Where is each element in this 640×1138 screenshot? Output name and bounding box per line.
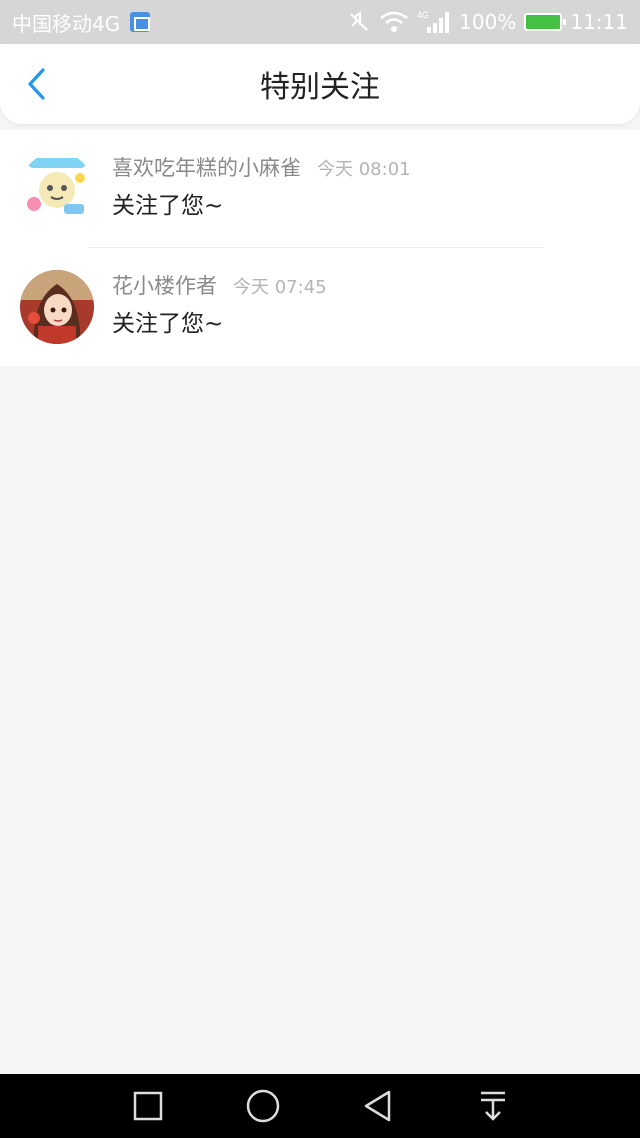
notification-pulldown-button[interactable] — [473, 1086, 513, 1126]
list-item[interactable]: 喜欢吃年糕的小麻雀 今天 08:01 关注了您~ — [0, 130, 640, 248]
user-name[interactable]: 喜欢吃年糕的小麻雀 — [112, 152, 301, 182]
recents-button[interactable] — [128, 1086, 168, 1126]
page-title: 特别关注 — [260, 70, 380, 105]
battery-charging-icon — [524, 13, 567, 31]
timestamp: 今天 08:01 — [317, 159, 411, 180]
back-nav-button[interactable] — [358, 1086, 398, 1126]
home-button[interactable] — [243, 1086, 283, 1126]
image-icon — [130, 12, 151, 32]
timestamp: 今天 07:45 — [233, 277, 327, 298]
status-bar: 中国移动4G 4G 100% 11:11 — [0, 0, 640, 44]
signal-4g-icon: 4G — [417, 10, 450, 33]
item-text: 花小楼作者 今天 07:45 关注了您~ — [112, 270, 327, 338]
notification-list: 喜欢吃年糕的小麻雀 今天 08:01 关注了您~ 花小楼作者 今天 07:45 … — [0, 130, 640, 366]
recents-square-icon — [133, 1091, 162, 1121]
system-nav-bar — [0, 1074, 640, 1138]
chevron-left-icon — [28, 68, 45, 100]
user-name[interactable]: 花小楼作者 — [112, 270, 217, 300]
wifi-icon — [380, 11, 408, 32]
carrier-label: 中国移动4G — [12, 11, 121, 36]
mute-icon — [350, 11, 368, 31]
notification-message: 关注了您~ — [112, 193, 224, 219]
header-bar: 特别关注 — [0, 44, 640, 124]
list-item[interactable]: 花小楼作者 今天 07:45 关注了您~ — [0, 248, 640, 366]
back-button[interactable] — [16, 64, 56, 104]
clock: 11:11 — [570, 10, 628, 34]
anime-girl-avatar[interactable] — [20, 270, 94, 344]
home-circle-icon — [246, 1089, 279, 1123]
cartoon-cat-avatar[interactable] — [20, 152, 94, 226]
svg-text:4G: 4G — [417, 10, 429, 20]
back-triangle-icon — [364, 1090, 390, 1122]
notification-message: 关注了您~ — [112, 311, 224, 337]
battery-percent: 100% — [459, 10, 517, 34]
notification-pulldown-icon — [480, 1091, 505, 1121]
item-text: 喜欢吃年糕的小麻雀 今天 08:01 关注了您~ — [112, 152, 411, 220]
